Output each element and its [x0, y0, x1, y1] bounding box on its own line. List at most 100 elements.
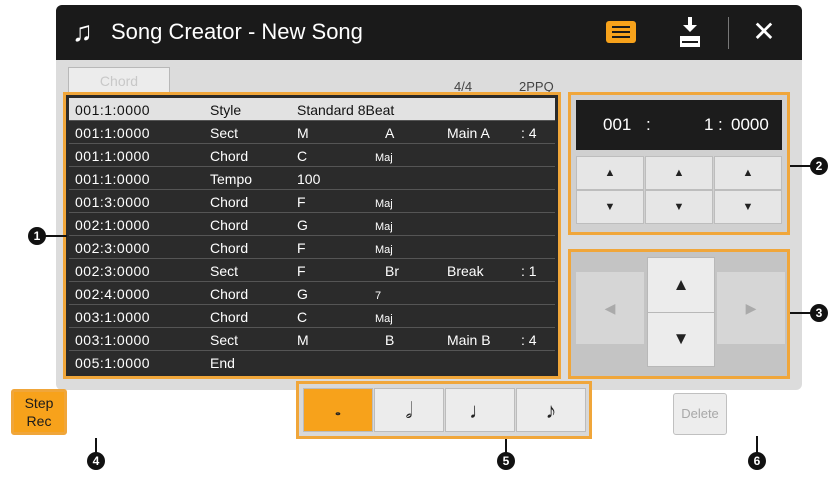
eighth-note-icon: ♪	[545, 398, 557, 423]
event-pos: 002:3:0000	[75, 240, 151, 256]
event-sub: Maj	[375, 198, 393, 210]
event-d1: C	[297, 148, 308, 164]
event-row[interactable]: 001:1:0000 Tempo 100	[69, 167, 555, 190]
event-pos: 001:3:0000	[75, 194, 151, 210]
event-list[interactable]: 001:1:0000 Style Standard 8Beat 001:1:0000 S…	[69, 98, 555, 373]
event-row[interactable]: 002:3:0000 Chord F Maj	[69, 236, 555, 259]
song-creator-screen: ♫ Song Creator - New Song ✕ Chord 4/4 2P…	[56, 5, 802, 390]
event-sub: 7	[375, 290, 382, 302]
note-length-selector: 𝅝 𝅗𝅥 ♩ ♪	[296, 381, 592, 439]
event-d3: Break	[447, 263, 484, 279]
event-pos: 002:1:0000	[75, 217, 151, 233]
clock-down-button[interactable]: ▼	[714, 190, 782, 224]
event-pos: 003:1:0000	[75, 309, 151, 325]
callout-3: 3	[810, 304, 828, 322]
event-row[interactable]: 002:4:0000 Chord G 7	[69, 282, 555, 305]
event-type: Chord	[210, 240, 249, 256]
event-pos: 002:3:0000	[75, 263, 151, 279]
event-type: Sect	[210, 332, 239, 348]
event-type: Chord	[210, 148, 249, 164]
eighth-note-button[interactable]: ♪	[516, 388, 586, 432]
event-row[interactable]: 003:1:0000 Chord C Maj	[69, 305, 555, 328]
delete-button[interactable]: Delete	[673, 393, 727, 435]
position-separator: :	[718, 115, 723, 134]
event-type: Sect	[210, 125, 239, 141]
callout-4: 4	[87, 452, 105, 470]
half-note-button[interactable]: 𝅗𝅥	[374, 388, 444, 432]
event-pos: 002:4:0000	[75, 286, 151, 302]
event-row[interactable]: 005:1:0000 End	[69, 351, 555, 373]
event-d1: F	[297, 194, 306, 210]
event-type: Chord	[210, 217, 249, 233]
title-bar: ♫ Song Creator - New Song ✕	[56, 5, 802, 60]
cursor-vertical: ▲ ▼	[647, 257, 715, 367]
event-row[interactable]: 001:3:0000 Chord F Maj	[69, 190, 555, 213]
measure-up-button[interactable]: ▲	[576, 156, 644, 190]
position-beat[interactable]: 1	[704, 115, 713, 135]
event-d2: Br	[385, 263, 399, 279]
step-rec-label: Step	[24, 395, 54, 411]
event-row[interactable]: 002:1:0000 Chord G Maj	[69, 213, 555, 236]
whole-note-button[interactable]: 𝅝	[303, 388, 373, 432]
event-row[interactable]: 001:1:0000 Sect M A Main A: 4	[69, 121, 555, 144]
event-type: Tempo	[210, 171, 253, 187]
event-sub: Maj	[375, 313, 393, 325]
event-pos: 001:1:0000	[75, 171, 151, 187]
event-d3: Main B	[447, 332, 491, 348]
event-d1: M	[297, 125, 309, 141]
save-icon[interactable]	[678, 17, 702, 49]
event-list-icon[interactable]	[606, 21, 636, 43]
event-type: Sect	[210, 263, 239, 279]
cursor-right-button[interactable]: ▶	[717, 272, 785, 344]
callout-6: 6	[748, 452, 766, 470]
cursor-left-button[interactable]: ◀	[576, 272, 644, 344]
event-row[interactable]: 001:1:0000 Chord C Maj	[69, 144, 555, 167]
position-separator: :	[646, 115, 651, 134]
music-note-pen-icon: ♫	[72, 16, 93, 47]
event-d1: 100	[297, 171, 321, 187]
event-d1: G	[297, 286, 308, 302]
step-rec-label: Rec	[26, 413, 52, 429]
event-d3: Main A	[447, 125, 490, 141]
event-row[interactable]: 002:3:0000 Sect F Br Break : 1	[69, 259, 555, 282]
event-d4: : 4	[521, 332, 537, 348]
beat-down-button[interactable]: ▼	[645, 190, 713, 224]
quarter-note-button[interactable]: ♩	[445, 388, 515, 432]
event-type: Chord	[210, 286, 249, 302]
measure-down-button[interactable]: ▼	[576, 190, 644, 224]
position-measure[interactable]: 001	[603, 115, 631, 135]
event-pos: 005:1:0000	[75, 355, 151, 371]
event-d1: F	[297, 240, 306, 256]
event-d1: F	[297, 263, 306, 279]
event-type: End	[210, 355, 235, 371]
event-d1: Standard 8Beat	[297, 102, 395, 118]
callout-leader	[790, 165, 812, 167]
event-d2: A	[385, 125, 395, 141]
event-d4: : 1	[521, 263, 537, 279]
event-row[interactable]: 001:1:0000 Style Standard 8Beat	[69, 98, 555, 121]
half-note-icon: 𝅗𝅥	[405, 398, 413, 423]
position-display: 001 : 1 : 0000	[576, 100, 782, 150]
event-type: Style	[210, 102, 242, 118]
callout-leader	[45, 235, 67, 237]
cursor-down-button[interactable]: ▼	[648, 312, 714, 366]
event-pos: 003:1:0000	[75, 332, 151, 348]
step-rec-button[interactable]: Step Rec	[11, 389, 67, 435]
beat-up-button[interactable]: ▲	[645, 156, 713, 190]
event-sub: Maj	[375, 221, 393, 233]
event-list-frame: 001:1:0000 Style Standard 8Beat 001:1:0000 S…	[63, 92, 561, 379]
position-clock[interactable]: 0000	[731, 115, 769, 135]
event-type: Chord	[210, 194, 249, 210]
clock-up-button[interactable]: ▲	[714, 156, 782, 190]
event-d4: : 4	[521, 125, 537, 141]
quarter-note-icon: ♩	[469, 398, 491, 423]
position-panel: 001 : 1 : 0000 ▲ ▼ ▲ ▼ ▲ ▼	[568, 92, 790, 235]
event-d2: B	[385, 332, 395, 348]
title-separator	[728, 17, 729, 49]
close-icon[interactable]: ✕	[750, 15, 778, 49]
cursor-up-button[interactable]: ▲	[648, 258, 714, 313]
event-d1: M	[297, 332, 309, 348]
event-type: Chord	[210, 309, 249, 325]
event-sub: Maj	[375, 244, 393, 256]
event-row[interactable]: 003:1:0000 Sect M B Main B : 4	[69, 328, 555, 351]
